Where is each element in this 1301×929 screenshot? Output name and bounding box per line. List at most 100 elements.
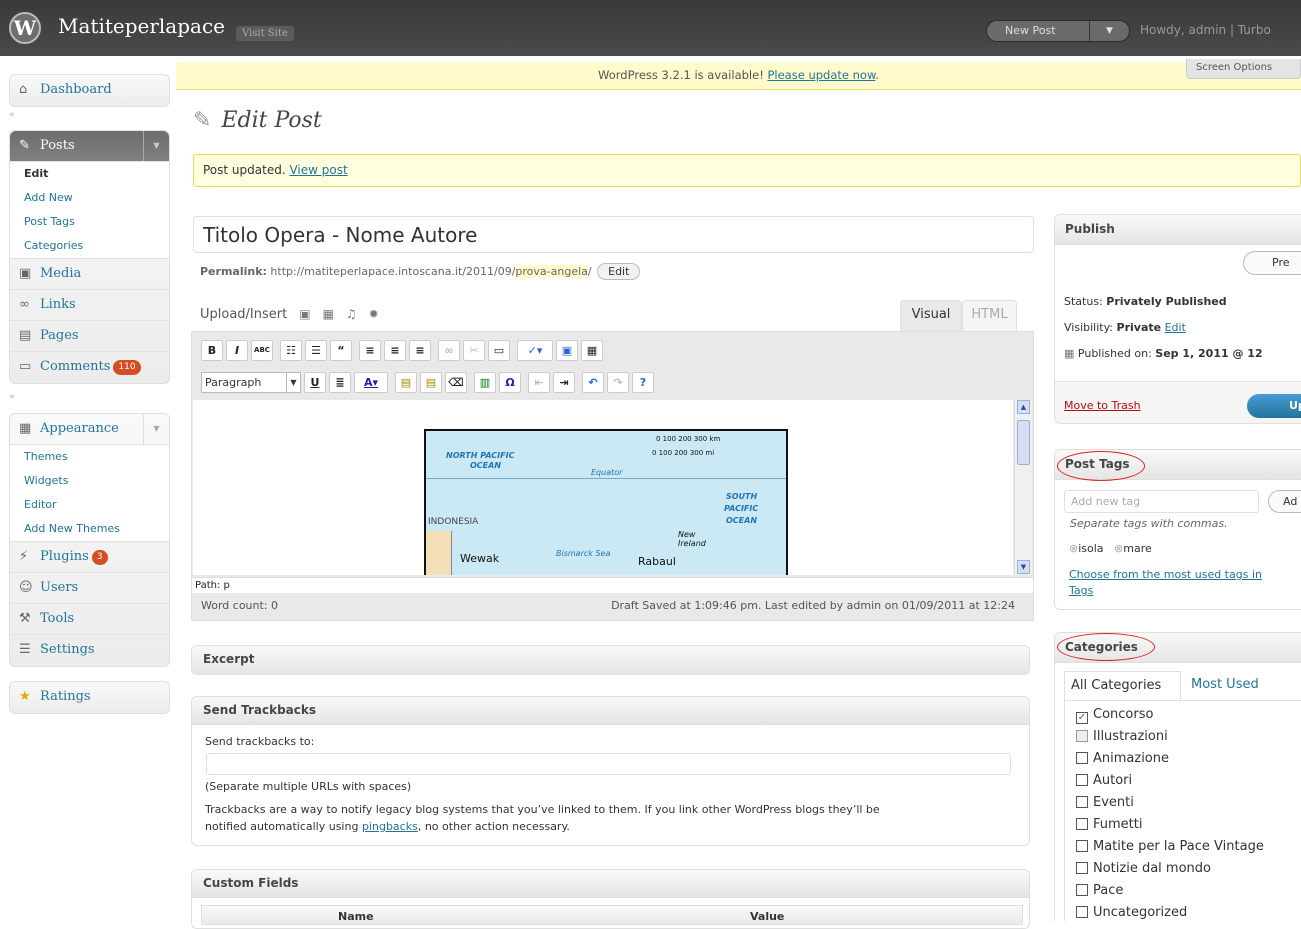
category-item[interactable]: Notizie dal mondo [1076,858,1301,880]
align-left-button[interactable]: ≡ [359,340,381,361]
menu-separator[interactable]: « [9,392,15,402]
submenu-themes[interactable]: Themes [10,445,169,469]
align-center-button[interactable]: ≡ [384,340,406,361]
checkbox-icon[interactable] [1076,752,1088,764]
format-select[interactable]: Paragraph ▼ [201,372,301,393]
chevron-down-icon[interactable]: ▼ [1089,21,1129,41]
undo-button[interactable]: ↶ [582,372,604,393]
category-item[interactable]: Fumetti [1076,814,1301,836]
category-item[interactable]: Uncategorized [1076,902,1301,921]
checkbox-icon[interactable] [1076,796,1088,808]
submenu-post-tags[interactable]: Post Tags [10,210,169,234]
add-media-icon[interactable]: ✹ [369,307,379,321]
visibility-edit-link[interactable]: Edit [1165,321,1186,334]
view-post-link[interactable]: View post [289,163,347,177]
justify-button[interactable]: ≣ [329,372,351,393]
paste-word-button[interactable]: ▤ [420,372,442,393]
add-video-icon[interactable]: ▦ [323,307,334,321]
trackbacks-title[interactable]: Send Trackbacks [192,697,1029,725]
checkbox-icon[interactable] [1076,862,1088,874]
unlink-button[interactable]: ✂ [463,340,485,361]
choose-tags-link[interactable]: Choose from the most used tags in [1069,568,1262,581]
menu-item-pages[interactable]: ▤ Pages [10,321,169,352]
chevron-down-icon[interactable]: ▼ [143,414,169,444]
remove-tag-icon[interactable]: ⊗ [1114,542,1123,555]
tab-visual[interactable]: Visual [900,300,962,331]
menu-item-users[interactable]: ☺ Users [10,573,169,604]
redo-button[interactable]: ↷ [607,372,629,393]
numbered-list-button[interactable]: ☰ [305,340,327,361]
outdent-button[interactable]: ⇤ [528,372,550,393]
more-tag-button[interactable]: ▭ [488,340,510,361]
trackbacks-input[interactable] [206,753,1011,775]
custom-fields-title[interactable]: Custom Fields [192,870,1029,898]
add-image-icon[interactable]: ▣ [299,307,310,321]
preview-button[interactable]: Pre [1243,251,1301,275]
paste-text-button[interactable]: ▤ [395,372,417,393]
move-to-trash-link[interactable]: Move to Trash [1064,399,1141,412]
add-tag-button[interactable]: Ad [1268,490,1301,513]
checkbox-icon[interactable] [1076,884,1088,896]
tab-all-categories[interactable]: All Categories [1064,671,1181,701]
site-name[interactable]: Matiteperlapace [58,14,225,38]
menu-separator[interactable]: « [9,110,15,120]
pingbacks-link[interactable]: pingbacks [362,820,418,833]
excerpt-title[interactable]: Excerpt [192,646,1029,674]
help-button[interactable]: ? [632,372,654,393]
category-item[interactable]: Matite per la Pace Vintage [1076,836,1301,858]
remove-format-button[interactable]: ⌫ [445,372,467,393]
bullet-list-button[interactable]: ☷ [280,340,302,361]
category-item[interactable]: Illustrazioni [1076,726,1301,748]
wordpress-logo-icon[interactable]: W [9,12,41,44]
text-color-button[interactable]: A▾ [354,372,388,393]
category-item[interactable]: Animazione [1076,748,1301,770]
post-title-input[interactable]: Titolo Opera - Nome Autore [193,216,1034,253]
update-button[interactable]: Up [1247,394,1301,418]
menu-item-tools[interactable]: ⚒ Tools [10,604,169,635]
menu-posts[interactable]: ✎ Posts ▼ Edit Add New Post Tags Categorie… [9,130,170,384]
editor-content[interactable]: NORTH PACIFIC OCEAN Equator SOUTH PACIFI… [193,400,1013,575]
italic-button[interactable]: I [226,340,248,361]
checkbox-icon[interactable] [1076,818,1088,830]
submenu-widgets[interactable]: Widgets [10,469,169,493]
menu-item-dashboard[interactable]: ⌂ Dashboard [10,75,169,106]
submenu-editor[interactable]: Editor [10,493,169,517]
new-post-label[interactable]: New Post [1005,24,1056,37]
chevron-down-icon[interactable]: ▼ [286,373,300,392]
category-item[interactable]: ✓ Concorso [1076,704,1301,726]
underline-button[interactable]: U [304,372,326,393]
checkbox-checked-icon[interactable]: ✓ [1076,712,1088,724]
checkbox-icon[interactable] [1076,730,1088,742]
publish-title[interactable]: Publish [1055,215,1301,245]
checkbox-icon[interactable] [1076,840,1088,852]
menu-item-appearance[interactable]: ▦ Appearance ▼ [10,414,169,445]
scroll-thumb[interactable] [1017,420,1030,465]
blockquote-button[interactable]: “ [330,340,352,361]
link-button[interactable]: ∞ [438,340,460,361]
category-item[interactable]: Eventi [1076,792,1301,814]
menu-item-posts[interactable]: ✎ Posts ▼ [10,131,169,162]
submenu-categories[interactable]: Categories [10,234,169,258]
excerpt-box[interactable]: Excerpt [191,645,1030,675]
kitchen-sink-button[interactable]: ▦ [581,340,603,361]
category-item[interactable]: Pace [1076,880,1301,902]
submenu-add-new[interactable]: Add New [10,186,169,210]
scroll-up-icon[interactable]: ▲ [1017,400,1030,414]
add-tag-input[interactable]: Add new tag [1064,490,1259,513]
menu-ratings[interactable]: ★ Ratings [9,681,170,714]
submenu-add-new-themes[interactable]: Add New Themes [10,517,169,541]
scroll-down-icon[interactable]: ▼ [1017,560,1030,574]
special-char-button[interactable]: Ω [499,372,521,393]
menu-dashboard[interactable]: ⌂ Dashboard [9,74,170,107]
spellcheck-button[interactable]: ✓▾ [517,340,553,361]
checkbox-icon[interactable] [1076,774,1088,786]
menu-item-media[interactable]: ▣ Media [10,259,169,290]
add-audio-icon[interactable]: ♫ [346,307,357,321]
remove-tag-icon[interactable]: ⊗ [1069,542,1078,555]
new-post-dropdown[interactable]: New Post ▼ [986,20,1130,42]
tab-html[interactable]: HTML [962,300,1017,331]
tab-most-used[interactable]: Most Used [1191,677,1259,692]
visit-site-button[interactable]: Visit Site [236,26,294,41]
editor-scrollbar[interactable]: ▲ ▼ [1014,400,1032,575]
checkbox-icon[interactable] [1076,906,1088,918]
